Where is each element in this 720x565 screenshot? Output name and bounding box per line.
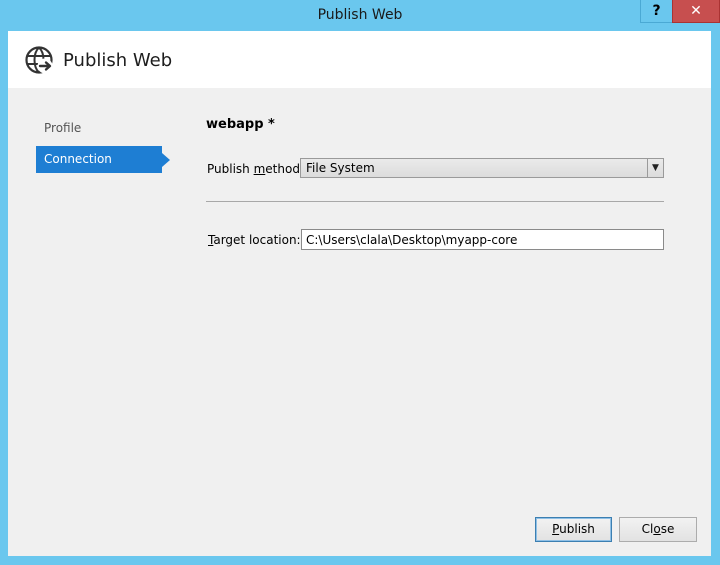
- label-text: Publish: [207, 162, 254, 176]
- close-window-button[interactable]: ✕: [672, 0, 720, 23]
- publish-method-label: Publish method:: [207, 162, 304, 176]
- title-bar[interactable]: Publish Web ? ✕: [0, 0, 720, 31]
- label-text: ethod:: [265, 162, 304, 176]
- header-banner: Publish Web: [8, 31, 711, 88]
- label-text: arget location:: [213, 233, 301, 247]
- selected-indicator-arrow: [162, 153, 170, 167]
- button-text: Cl: [641, 522, 654, 536]
- help-button[interactable]: ?: [640, 0, 673, 23]
- profile-name: webapp *: [206, 117, 275, 132]
- divider: [206, 201, 664, 202]
- dialog-body: Publish Web Profile Connection webapp * …: [8, 31, 711, 556]
- publish-method-select[interactable]: File System ▼: [300, 158, 664, 178]
- target-location-input[interactable]: [301, 229, 664, 250]
- sidebar-item-profile[interactable]: Profile: [36, 115, 162, 142]
- page-title: Publish Web: [63, 50, 173, 71]
- label-mnemonic: m: [253, 162, 266, 176]
- dropdown-arrow-icon[interactable]: ▼: [647, 159, 663, 177]
- window-title: Publish Web: [317, 7, 403, 23]
- target-location-label: Target location:: [208, 233, 301, 247]
- button-text: ublish: [559, 522, 595, 536]
- close-button[interactable]: Close: [619, 517, 697, 542]
- button-mnemonic: o: [653, 522, 661, 536]
- sidebar-item-connection[interactable]: Connection: [36, 146, 162, 173]
- button-text: se: [660, 522, 675, 536]
- publish-web-dialog: Publish Web ? ✕ Publish Web Profile Conn…: [0, 0, 720, 565]
- publish-method-value: File System: [306, 161, 375, 175]
- publish-button[interactable]: Publish: [535, 517, 612, 542]
- globe-icon: [25, 46, 53, 74]
